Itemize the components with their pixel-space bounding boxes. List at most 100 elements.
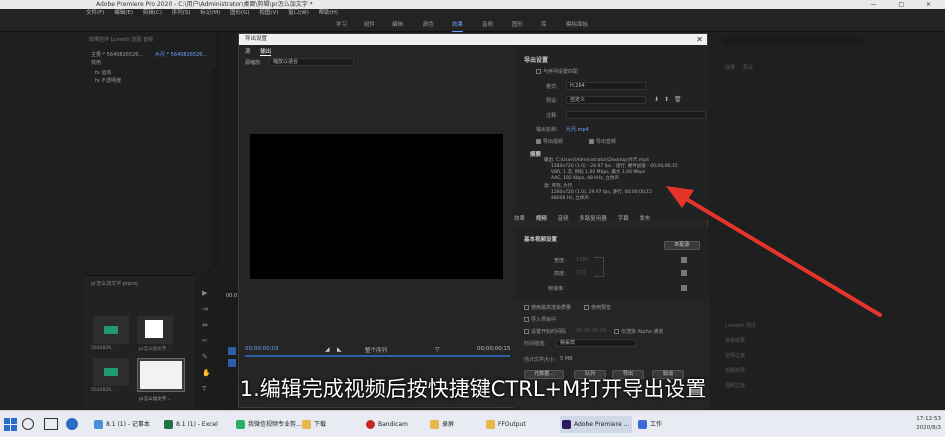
max-render-quality-checkbox[interactable]: 使用最高渲染质量 xyxy=(524,304,571,311)
track-toggle-v1[interactable] xyxy=(228,347,236,355)
track-toggle-a1[interactable] xyxy=(228,359,236,367)
workspace-assembly[interactable]: 组件 xyxy=(364,18,375,32)
taskbar-item-bandicam[interactable]: Bandicam xyxy=(364,416,422,433)
source-range-select[interactable]: 整个序列 xyxy=(365,346,387,354)
effects-search-input[interactable] xyxy=(723,37,863,45)
workspace-color[interactable]: 颜色 xyxy=(423,18,434,32)
render-alpha-checkbox[interactable]: 仅渲染 Alpha 通道 xyxy=(614,328,663,335)
set-in-point-icon[interactable]: ◢ xyxy=(325,346,330,353)
sequence-clip-label[interactable]: 片尺 * 5640826526... xyxy=(155,51,207,58)
project-item-video-1[interactable] xyxy=(137,316,173,344)
workspace-more[interactable]: 模拟面板 xyxy=(566,18,588,32)
time-interpolation-select[interactable]: 帧采样 xyxy=(556,339,636,347)
format-select[interactable]: H.264 xyxy=(566,82,646,90)
effect-controls-tabs[interactable]: 效果控件 Lumetri 范围 音频 xyxy=(85,32,217,47)
export-audio-checkbox[interactable]: 导出音频 xyxy=(589,138,616,145)
taskbar-item-recording[interactable]: 录屏 xyxy=(428,416,478,433)
workspace-editing[interactable]: 编辑 xyxy=(392,18,403,32)
tab-multiplexer[interactable]: 多路复用器 xyxy=(579,216,607,222)
source-scaling-select[interactable]: 缩放以适合 xyxy=(269,58,354,66)
effects-folder-effects[interactable]: 效果 xyxy=(725,64,735,71)
tab-effects[interactable]: 效果 xyxy=(514,216,525,222)
range-bar[interactable] xyxy=(245,355,510,357)
import-preset-icon[interactable]: ⬆ xyxy=(664,96,669,103)
import-project-checkbox[interactable]: 导入项目中 xyxy=(524,316,556,323)
menu-graphics[interactable]: 图形(G) xyxy=(230,10,250,16)
export-video-checkbox[interactable]: 导出视频 xyxy=(536,138,563,145)
height-value[interactable]: 720 xyxy=(576,270,586,276)
effects-folder-lumetri[interactable]: Lumetri 预设 xyxy=(725,322,756,329)
workspace-libraries[interactable]: 库 xyxy=(541,18,547,32)
effect-row-motion[interactable]: fx 运动 xyxy=(95,69,111,76)
tab-video[interactable]: 视频 xyxy=(536,216,547,222)
set-start-timecode-checkbox[interactable]: 设置开始时间码 xyxy=(524,328,566,335)
menu-marker[interactable]: 标记(M) xyxy=(200,10,220,16)
tab-output[interactable]: 输出 xyxy=(260,49,272,56)
menu-file[interactable]: 文件(F) xyxy=(86,10,104,16)
effects-folder-presets[interactable]: 预设 xyxy=(743,64,753,71)
save-preset-icon[interactable]: ⬇ xyxy=(654,96,659,103)
menu-edit[interactable]: 编辑(E) xyxy=(114,10,133,16)
taskbar-item-excel[interactable]: 8.1 (1) - Excel xyxy=(162,416,232,433)
project-item-audio-2[interactable] xyxy=(93,358,129,386)
project-item-audio-1[interactable] xyxy=(93,316,129,344)
ripple-edit-tool-icon[interactable]: ⇹ xyxy=(202,321,208,329)
effects-folder-video-transitions[interactable]: 视频过渡 xyxy=(725,382,745,389)
use-previews-checkbox[interactable]: 使用预览 xyxy=(584,304,611,311)
taskbar-item-ffoutput[interactable]: FFOutput xyxy=(484,416,546,433)
workspace-graphics[interactable]: 图形 xyxy=(512,18,523,32)
taskbar-item-notepad[interactable]: 8.1 (1) - 记事本 xyxy=(92,416,160,433)
taskbar-item-wechat[interactable]: 我微信视频专业剪... xyxy=(234,416,304,433)
width-value[interactable]: 1280 xyxy=(576,257,589,263)
track-select-tool-icon[interactable]: ⇥ xyxy=(202,305,208,313)
output-name-label: 输出名称: xyxy=(536,127,558,133)
preset-select[interactable]: 自定义 xyxy=(566,96,646,104)
playhead-icon[interactable]: ▽ xyxy=(435,346,440,353)
effects-folder-video-effects[interactable]: 视频效果 xyxy=(725,367,745,374)
tab-audio[interactable]: 音频 xyxy=(558,216,569,222)
razor-tool-icon[interactable]: ✂ xyxy=(202,337,208,345)
search-icon[interactable] xyxy=(22,418,34,430)
window-controls[interactable]: — □ ✕ xyxy=(870,0,941,9)
taskbar-item-premiere[interactable]: Adobe Premiere ... xyxy=(560,416,632,433)
tab-publish[interactable]: 发布 xyxy=(639,216,650,222)
basic-video-settings-header[interactable]: 基本视频设置 xyxy=(524,235,557,243)
taskbar-item-work[interactable]: 工作 xyxy=(636,416,686,433)
pen-tool-icon[interactable]: ✎ xyxy=(202,353,208,361)
menu-view[interactable]: 视图(V) xyxy=(259,10,278,16)
workspace-audio[interactable]: 音频 xyxy=(482,18,493,32)
task-view-icon[interactable] xyxy=(44,418,58,430)
taskbar-item-downloads[interactable]: 下载 xyxy=(300,416,350,433)
link-dimensions-icon[interactable] xyxy=(594,257,604,277)
type-tool-icon[interactable]: T xyxy=(202,385,206,393)
workspace-learn[interactable]: 学习 xyxy=(336,18,347,32)
source-clip-label[interactable]: 主要 * 5640826526... xyxy=(91,51,143,58)
effects-folder-audio-effects[interactable]: 音频效果 xyxy=(725,337,745,344)
menu-clip[interactable]: 剪辑(C) xyxy=(143,10,162,16)
tab-source[interactable]: 源 xyxy=(245,49,251,55)
comments-input[interactable] xyxy=(566,111,706,119)
current-timecode[interactable]: 00;00;00;03 xyxy=(245,346,279,352)
selection-tool-icon[interactable]: ▶ xyxy=(202,289,207,297)
menu-window[interactable]: 窗口(W) xyxy=(288,10,309,16)
system-tray[interactable]: 17:12:53 2020/8/3 xyxy=(916,415,941,433)
hand-tool-icon[interactable]: ✋ xyxy=(202,369,211,377)
start-timecode-value[interactable]: 00;00;00;00 xyxy=(576,328,607,334)
set-out-point-icon[interactable]: ◣ xyxy=(337,346,342,353)
effect-row-opacity[interactable]: fx 不透明度 xyxy=(95,77,121,84)
close-icon[interactable]: ✕ xyxy=(696,34,703,45)
effect-controls-scrollbar[interactable] xyxy=(212,67,218,267)
workspace-effects[interactable]: 效果 xyxy=(452,18,464,32)
menu-help[interactable]: 帮助(H) xyxy=(319,10,338,16)
summary-header[interactable]: 摘要 xyxy=(530,150,541,158)
effects-folder-audio-transitions[interactable]: 音频过渡 xyxy=(725,352,745,359)
output-name-link[interactable]: 片尺.mp4 xyxy=(566,126,589,133)
match-sequence-checkbox[interactable]: 与序列设置匹配 xyxy=(536,68,578,75)
browser-icon[interactable] xyxy=(66,418,78,430)
menu-sequence[interactable]: 序列(S) xyxy=(172,10,191,16)
windows-start-icon[interactable] xyxy=(4,417,18,431)
delete-preset-icon[interactable]: 🗑 xyxy=(674,96,682,103)
dialog-title: 导出设置 xyxy=(245,36,268,42)
project-item-video-2[interactable] xyxy=(137,358,185,392)
tab-captions[interactable]: 字幕 xyxy=(618,216,629,222)
